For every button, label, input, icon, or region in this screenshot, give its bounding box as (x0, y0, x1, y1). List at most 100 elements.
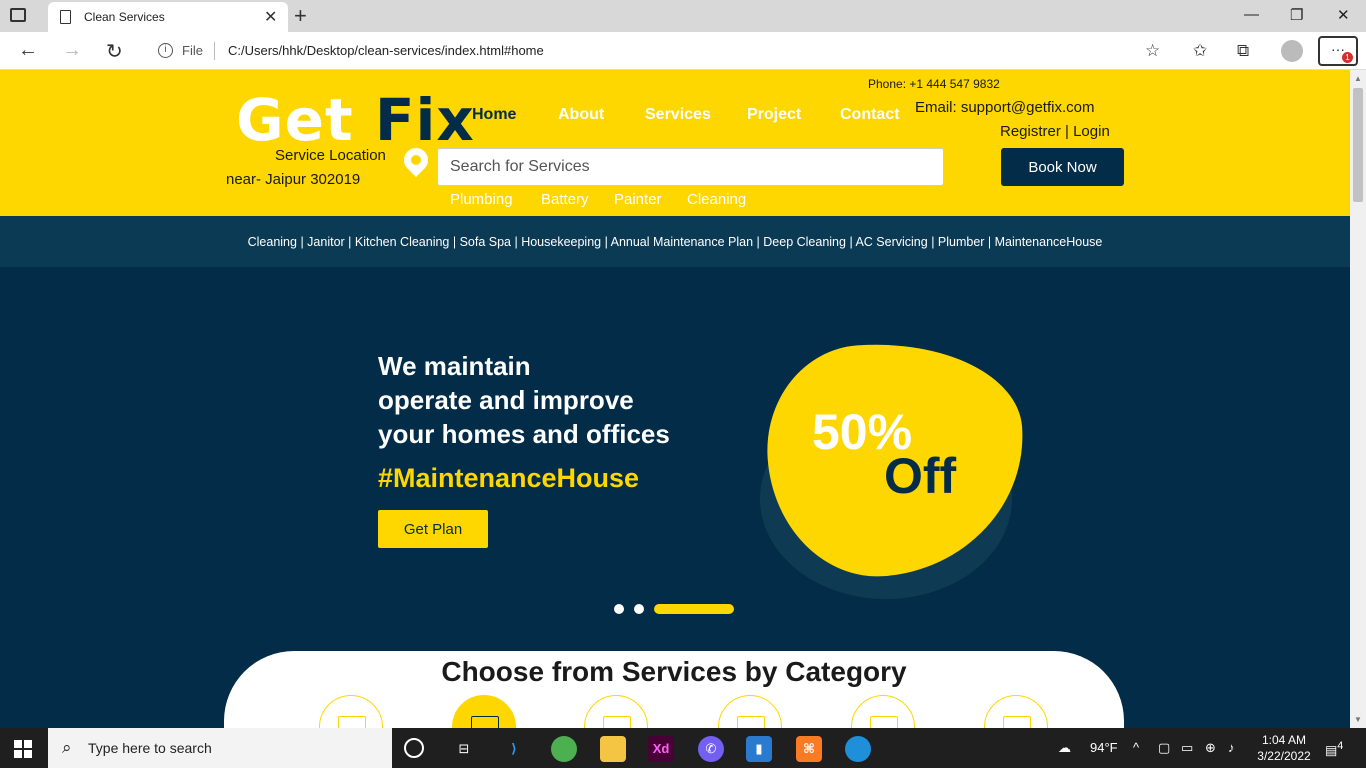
contact-phone: Phone: +1 444 547 9832 (868, 77, 1000, 91)
services-heading: Choose from Services by Category (441, 656, 907, 687)
hero-title-line-3: your homes and offices (378, 419, 670, 449)
edge-icon[interactable] (845, 736, 871, 762)
quick-link-cleaning[interactable]: Cleaning (687, 191, 746, 208)
back-icon[interactable]: ← (18, 39, 38, 62)
volume-icon[interactable]: ♪ (1228, 740, 1235, 755)
add-favorite-icon[interactable]: ☆ (1145, 41, 1160, 61)
task-view-icon[interactable]: ⊟ (451, 736, 477, 762)
windows-taskbar: ⌕ Type here to search ⊟ ⟩ Xd ✆ ▮ ⌘ ☁ 94°… (0, 728, 1366, 768)
tab-title: Clean Services (84, 10, 165, 24)
chrome-icon[interactable] (551, 736, 577, 762)
get-plan-button[interactable]: Get Plan (378, 510, 488, 548)
category-icon-1[interactable] (319, 695, 383, 728)
reload-icon[interactable]: ↻ (106, 39, 123, 64)
ac-icon (338, 716, 366, 728)
taskbar-clock[interactable]: 1:04 AM 3/22/2022 (1254, 732, 1314, 764)
page-viewport: Get Fix Service Location near- Jaipur 30… (0, 70, 1350, 728)
document-icon (60, 10, 71, 24)
tab-actions-icon[interactable] (10, 8, 26, 22)
carousel-dot-active[interactable] (654, 604, 734, 614)
weather-temp[interactable]: 94°F (1090, 740, 1118, 755)
close-tab-icon[interactable]: ✕ (264, 7, 277, 27)
cortana-icon[interactable] (404, 738, 424, 758)
adobe-xd-icon[interactable]: Xd (648, 736, 674, 762)
carousel-dot-2[interactable] (634, 604, 644, 614)
shop-icon (737, 716, 765, 728)
nav-services[interactable]: Services (645, 106, 711, 124)
app-icon[interactable]: ▮ (746, 736, 772, 762)
quick-link-battery[interactable]: Battery (541, 191, 589, 208)
restore-icon[interactable]: ❐ (1290, 6, 1303, 24)
page-scrollbar[interactable]: ▲ ▼ (1350, 70, 1366, 728)
clock-time: 1:04 AM (1261, 733, 1307, 747)
nav-about[interactable]: About (558, 106, 604, 124)
cleaning-icon (471, 716, 499, 728)
collections-icon[interactable]: ⧉ (1237, 41, 1249, 61)
xampp-icon[interactable]: ⌘ (796, 736, 822, 762)
browser-tab[interactable]: Clean Services ✕ (48, 2, 288, 32)
nav-home[interactable]: Home (472, 106, 516, 124)
hero-section: We maintain operate and improve your hom… (0, 267, 1350, 728)
info-icon[interactable]: i (158, 43, 173, 58)
windows-start-icon[interactable] (14, 740, 32, 758)
hero-hashtag: #MaintenanceHouse (378, 463, 640, 493)
plumbing-icon (870, 716, 898, 728)
address-bar[interactable]: i File C:/Users/hhk/Desktop/clean-servic… (146, 36, 1176, 66)
category-icon-4[interactable] (718, 695, 782, 728)
taskbar-search-placeholder: Type here to search (88, 740, 212, 756)
tray-chevron-icon[interactable]: ^ (1133, 740, 1139, 755)
address-file-label: File (182, 43, 203, 58)
meet-icon[interactable]: ▢ (1158, 740, 1170, 756)
scrollbar-thumb[interactable] (1353, 88, 1363, 202)
window-close-icon[interactable]: ✕ (1337, 6, 1350, 24)
category-icon-2[interactable] (452, 695, 516, 728)
scroll-down-icon[interactable]: ▼ (1354, 715, 1362, 724)
carousel-dot-1[interactable] (614, 604, 624, 614)
search-icon: ⌕ (62, 738, 72, 757)
site-logo[interactable]: Get Fix (236, 86, 475, 154)
profile-avatar[interactable] (1281, 40, 1303, 62)
service-location-label: Service Location (275, 147, 386, 164)
network-icon[interactable]: ⊕ (1205, 740, 1216, 756)
clock-date: 3/22/2022 (1257, 749, 1311, 763)
nav-project[interactable]: Project (747, 106, 801, 124)
address-url[interactable]: C:/Users/hhk/Desktop/clean-services/inde… (228, 43, 544, 58)
book-now-button[interactable]: Book Now (1001, 148, 1124, 186)
weather-icon[interactable]: ☁ (1058, 740, 1071, 756)
browser-tabbar: Clean Services ✕ + — ❐ ✕ (0, 0, 1366, 32)
site-header: Get Fix Service Location near- Jaipur 30… (0, 70, 1350, 216)
settings-menu-button[interactable]: ··· 1 (1318, 36, 1358, 66)
forward-icon[interactable]: → (62, 39, 82, 62)
appliance-icon (1003, 716, 1031, 728)
quick-link-plumbing[interactable]: Plumbing (450, 191, 513, 208)
viber-icon[interactable]: ✆ (698, 736, 724, 762)
scroll-up-icon[interactable]: ▲ (1354, 74, 1362, 83)
offer-word: Off (884, 448, 957, 504)
services-card: Choose from Services by Category (224, 651, 1124, 728)
register-login-links[interactable]: Registrer | Login (1000, 123, 1110, 140)
category-icon-6[interactable] (984, 695, 1048, 728)
address-toolbar: ← → ↻ i File C:/Users/hhk/Desktop/clean-… (0, 32, 1366, 70)
service-location-value: near- Jaipur 302019 (226, 171, 361, 188)
quick-link-painter[interactable]: Painter (614, 191, 662, 208)
nav-contact[interactable]: Contact (840, 106, 900, 124)
hero-title: We maintain operate and improve your hom… (378, 349, 708, 451)
notification-icon[interactable]: ▤4 (1325, 740, 1343, 758)
favorites-icon[interactable]: ✩ (1193, 41, 1207, 61)
menu-badge-icon: 1 (1342, 52, 1353, 63)
file-explorer-icon[interactable] (600, 736, 626, 762)
hero-title-line-1: We maintain (378, 351, 531, 381)
battery-icon[interactable]: ▭ (1181, 740, 1193, 756)
category-icon-3[interactable] (584, 695, 648, 728)
category-bar[interactable]: Cleaning | Janitor | Kitchen Cleaning | … (0, 216, 1350, 267)
contact-email[interactable]: Email: support@getfix.com (915, 99, 1094, 116)
service-search-input[interactable] (437, 148, 944, 186)
electrical-icon (603, 716, 631, 728)
category-icon-5[interactable] (851, 695, 915, 728)
address-separator (214, 42, 215, 60)
hero-title-line-2: operate and improve (378, 385, 634, 415)
new-tab-icon[interactable]: + (294, 3, 307, 29)
minimize-icon[interactable]: — (1244, 6, 1259, 23)
vscode-icon[interactable]: ⟩ (501, 736, 527, 762)
taskbar-search[interactable]: ⌕ Type here to search (48, 728, 392, 768)
